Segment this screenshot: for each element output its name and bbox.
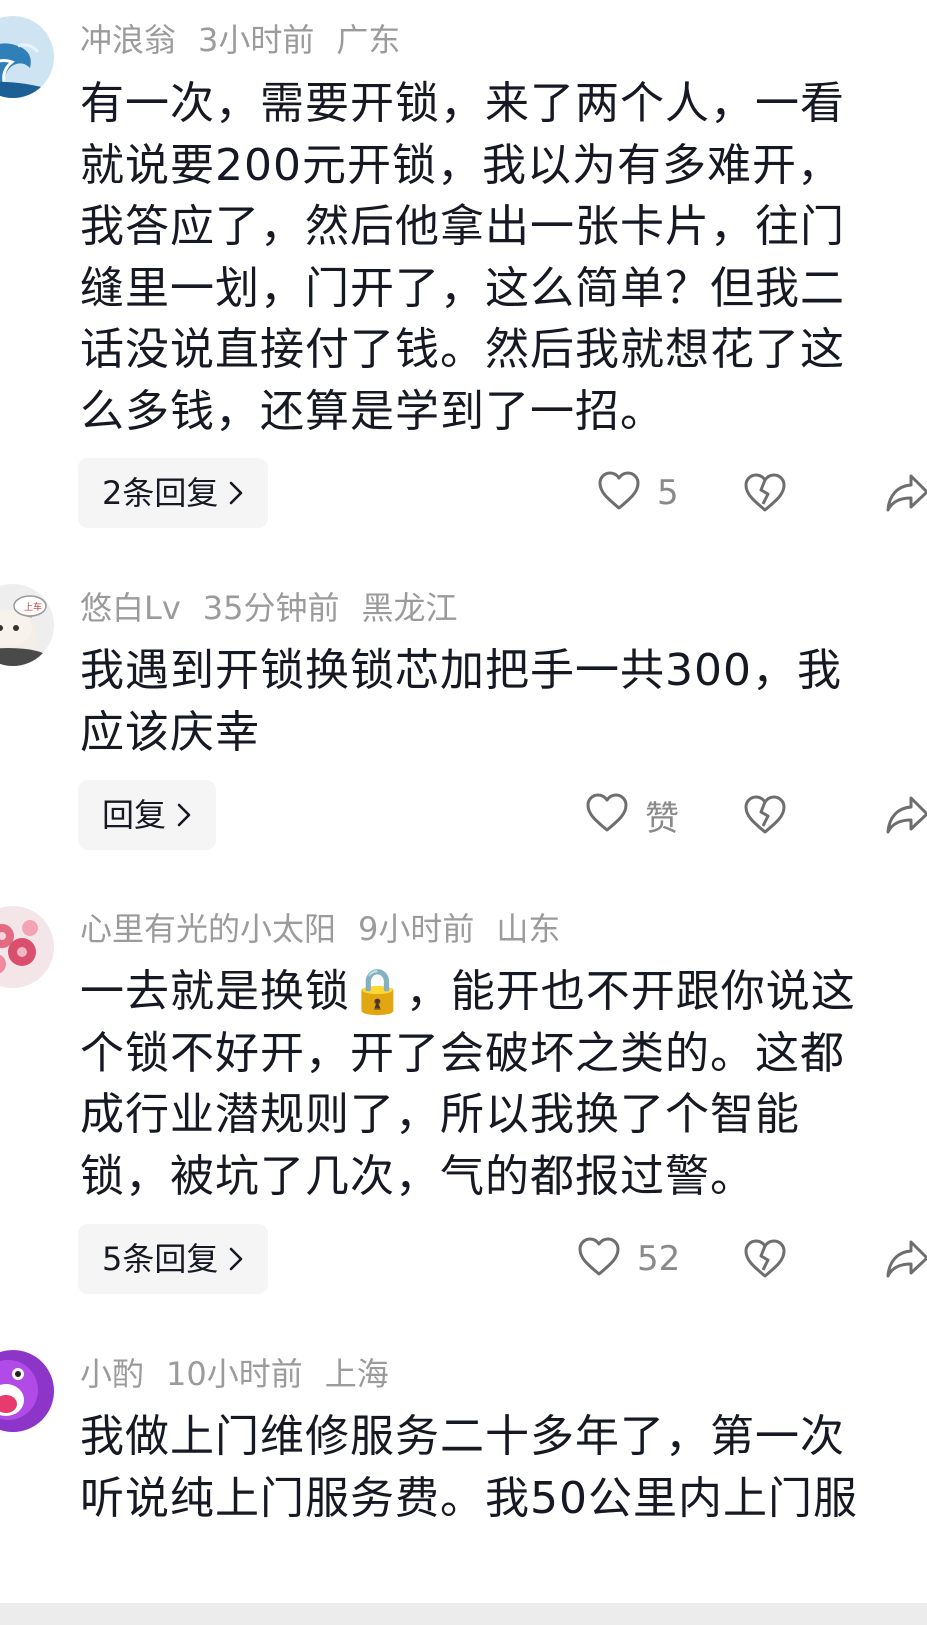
like-button[interactable]: 5 [597,458,679,528]
heart-outline-icon [577,1236,621,1282]
comment-text: 我遇到开锁换锁芯加把手一共300，我 应该庆幸 [80,640,900,763]
cat-avatar-icon: 上车 [0,584,54,666]
location: 黑龙江 [361,589,458,627]
chevron-right-icon [176,782,192,852]
bottom-edge-bar [0,1603,927,1625]
chevron-right-icon [228,460,244,530]
comment-line: 我遇到开锁换锁芯加把手一共300，我 [80,645,842,696]
comment-line: 有一次，需要开锁，来了两个人，一看 [80,78,845,129]
reply-button[interactable]: 回复 [78,780,217,852]
comment-actions: 5 [567,458,927,528]
comment-actions: 52 [567,1224,927,1294]
comment-line: 成行业潜规则了，所以我换了个智能 [80,1089,800,1140]
user-avatar[interactable] [0,906,54,988]
view-replies-button[interactable]: 2条回复 [78,458,269,530]
comment-line: 一去就是换锁🔒，能开也不开跟你说这 [80,966,856,1017]
timestamp: 3小时前 [198,21,315,59]
location: 广东 [336,21,401,59]
comment-text: 我做上门维修服务二十多年了，第一次 听说纯上门服务费。我50公里内上门服 [80,1406,900,1529]
reply-label: 回复 [102,796,167,834]
comment-meta: 心里有光的小太阳 9小时前 山东 [80,907,582,951]
timestamp: 10小时前 [166,1355,303,1393]
comment-line: 听说纯上门服务费。我50公里内上门服 [80,1472,858,1524]
like-count: 赞 [645,798,679,839]
location: 山东 [496,910,561,948]
timestamp: 35分钟前 [202,589,340,627]
comment-actions: 赞 [567,780,927,850]
reply-label: 5条回复 [102,1240,219,1278]
location: 上海 [324,1355,389,1393]
comment-line: 锁，被坑了几次，气的都报过警。 [80,1150,755,1202]
reply-label: 2条回复 [102,474,219,512]
username[interactable]: 小酌 [80,1355,144,1393]
chevron-right-icon [228,1226,244,1296]
share-arrow-icon[interactable] [885,1238,927,1284]
user-avatar[interactable] [0,16,54,98]
purple-face-avatar-icon [0,1350,54,1432]
like-button[interactable]: 52 [577,1224,680,1294]
flower-avatar-icon [0,906,54,988]
comment-feed: 冲浪翁 3小时前 广东 有一次，需要开锁，来了两个人，一看 就说要200元开锁，我以… [0,0,927,1625]
comment-meta: 悠白Lv 35分钟前 黑龙江 [80,586,480,630]
comment-line: 就说要200元开锁，我以为有多难开， [80,139,842,191]
share-arrow-icon[interactable] [885,794,927,840]
timestamp: 9小时前 [358,910,475,948]
comment-line: 我做上门维修服务二十多年了，第一次 [80,1411,845,1462]
comment-text: 一去就是换锁🔒，能开也不开跟你说这 个锁不好开，开了会破坏之类的。这都 成行业潜… [80,961,900,1207]
heart-outline-icon [597,470,641,516]
like-count: 5 [657,473,679,513]
comment-text: 有一次，需要开锁，来了两个人，一看 就说要200元开锁，我以为有多难开， 我答应… [80,73,900,442]
user-avatar[interactable] [0,1350,54,1432]
heart-outline-icon [585,792,629,838]
username[interactable]: 心里有光的小太阳 [80,910,336,948]
wave-avatar-icon [0,16,54,98]
comment-meta: 小酌 10小时前 上海 [80,1352,411,1396]
broken-heart-icon[interactable] [743,794,787,840]
username[interactable]: 冲浪翁 [80,21,176,59]
comment-line: 应该庆幸 [80,706,260,758]
view-replies-button[interactable]: 5条回复 [78,1224,269,1296]
comment-line: 缝里一划，门开了，这么简单？但我二 [80,262,845,314]
broken-heart-icon[interactable] [743,1238,787,1284]
like-button[interactable]: 赞 [585,780,679,850]
like-count: 52 [637,1239,681,1279]
broken-heart-icon[interactable] [743,472,787,518]
share-arrow-icon[interactable] [885,472,927,518]
comment-line: 话没说直接付了钱。然后我就想花了这 [80,324,845,375]
comment-line: 么多钱，还算是学到了一招。 [80,385,665,437]
comment-meta: 冲浪翁 3小时前 广东 [80,18,422,62]
comment-line: 我答应了，然后他拿出一张卡片，往门 [80,201,845,252]
username[interactable]: 悠白Lv [80,589,181,627]
comment-line: 个锁不好开，开了会破坏之类的。这都 [80,1027,845,1079]
user-avatar[interactable]: 上车 [0,584,54,666]
svg-text:上车: 上车 [24,601,42,613]
